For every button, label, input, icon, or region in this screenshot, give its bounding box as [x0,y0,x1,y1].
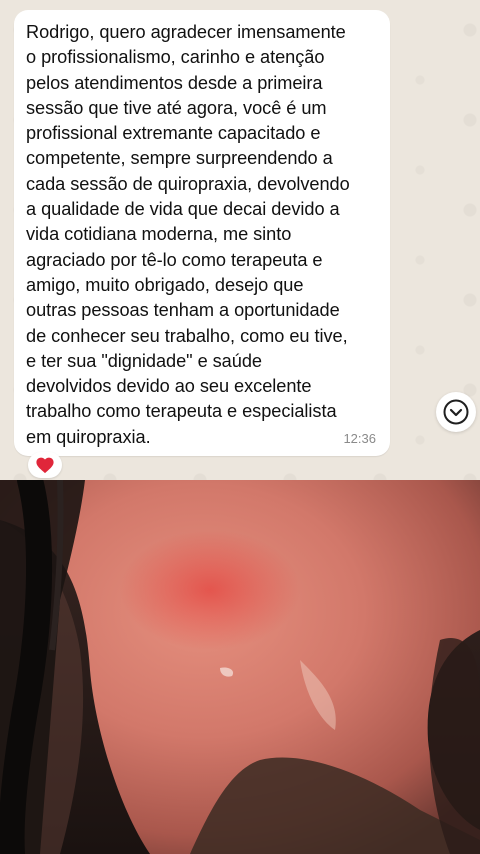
chat-area: Rodrigo, quero agradecer imensamente o p… [0,0,480,480]
neck-photo-image [0,480,480,854]
heart-icon [36,457,54,474]
attached-photo[interactable] [0,480,480,854]
reaction-badge[interactable] [28,452,62,478]
message-bubble[interactable]: Rodrigo, quero agradecer imensamente o p… [14,10,390,456]
chevron-down-circle-icon [443,399,469,425]
message-timestamp: 12:36 [343,431,376,446]
message-text: Rodrigo, quero agradecer imensamente o p… [26,22,350,447]
scroll-down-button[interactable] [436,392,476,432]
